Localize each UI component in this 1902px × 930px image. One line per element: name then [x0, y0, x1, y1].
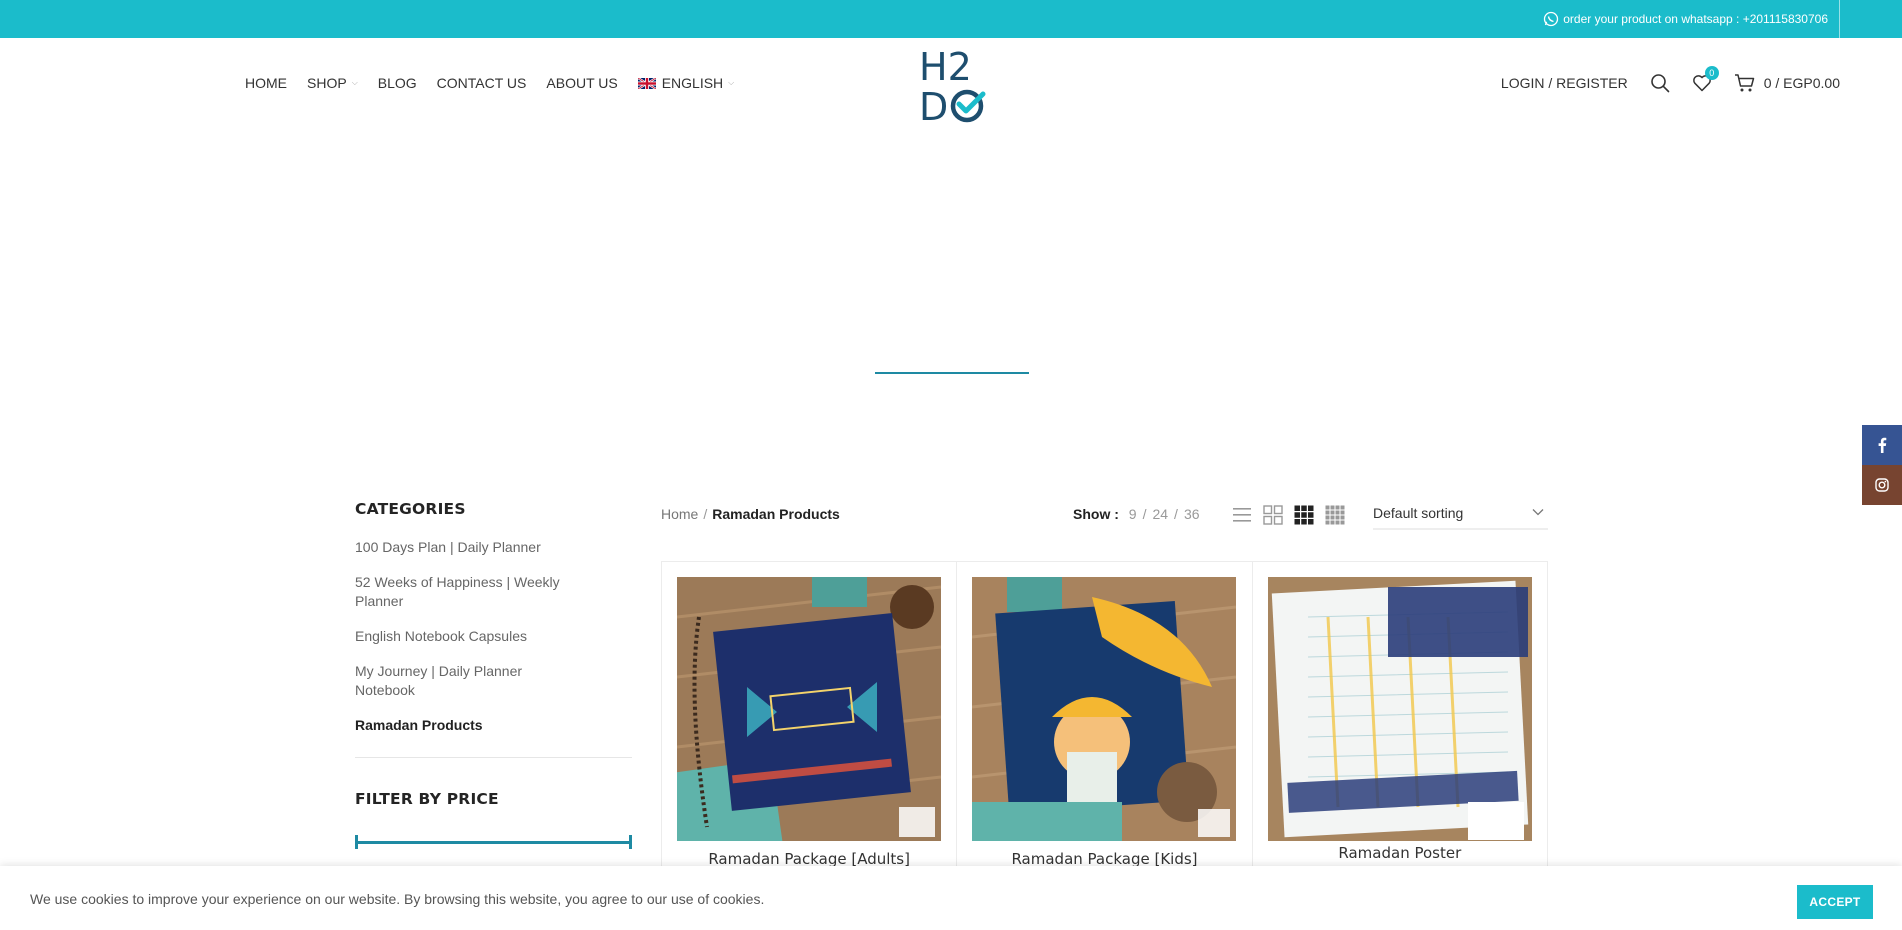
grid-2-view-button[interactable]: [1262, 504, 1284, 526]
nav-about-label: ABOUT US: [546, 75, 618, 91]
whatsapp-link[interactable]: order your product on whatsapp : +201115…: [1543, 0, 1828, 38]
ramadan-adults-product-photo: [677, 577, 941, 841]
cookie-message: We use cookies to improve your experienc…: [30, 891, 765, 907]
list-view-button[interactable]: [1231, 504, 1253, 526]
facebook-icon: [1878, 437, 1887, 453]
category-item[interactable]: English Notebook Capsules: [355, 627, 565, 646]
sidebar-divider: [355, 757, 632, 758]
product-card[interactable]: Ramadan Poster: [1253, 562, 1547, 871]
product-card[interactable]: Ramadan Package [Kids]: [957, 562, 1253, 871]
price-range-bar: [355, 841, 632, 844]
category-item-active[interactable]: Ramadan Products: [355, 716, 565, 735]
per-page-selector: Show : 9 / 24 / 36: [1073, 506, 1200, 522]
site-header: HOME SHOP ⌵ BLOG CONTACT US ABOUT US ENGL…: [0, 38, 1902, 129]
sorting-select[interactable]: Default sorting: [1373, 500, 1548, 530]
grid-4-icon: [1325, 505, 1345, 525]
page-title-underline: [875, 372, 1029, 374]
sorting-value: Default sorting: [1373, 505, 1464, 521]
grid-4-view-button[interactable]: [1324, 504, 1346, 526]
chevron-down-icon: ⌵: [728, 78, 735, 87]
category-item[interactable]: My Journey | Daily Planner Notebook: [355, 662, 565, 700]
nav-home[interactable]: HOME: [245, 75, 287, 91]
filter-price-title: FILTER BY PRICE: [355, 790, 499, 808]
nav-shop-label: SHOP: [307, 75, 347, 91]
product-card[interactable]: Ramadan Package [Adults]: [662, 562, 958, 871]
per-page-separator: /: [1142, 506, 1147, 522]
price-min-handle[interactable]: [355, 835, 358, 849]
search-icon: [1650, 74, 1670, 93]
nav-language[interactable]: ENGLISH ⌵: [637, 75, 735, 91]
per-page-option-24[interactable]: 24: [1152, 506, 1168, 522]
grid-3-view-button[interactable]: [1293, 504, 1315, 526]
accept-cookies-button[interactable]: ACCEPT: [1797, 885, 1873, 919]
breadcrumb-home[interactable]: Home: [661, 506, 698, 522]
logo-text-top: H2: [919, 45, 972, 89]
whatsapp-icon: [1544, 11, 1559, 27]
nav-blog[interactable]: BLOG: [378, 75, 417, 91]
shop-sidebar: CATEGORIES 100 Days Plan | Daily Planner…: [355, 500, 632, 849]
per-page-option-9[interactable]: 9: [1129, 506, 1137, 522]
shop-toolbar: Home / Ramadan Products Show : 9/24/36 D…: [661, 500, 1548, 530]
wishlist-count-badge: 0: [1704, 66, 1719, 80]
wishlist-button[interactable]: 0: [1692, 66, 1719, 93]
category-item[interactable]: 100 Days Plan | Daily Planner: [355, 538, 565, 557]
category-list: 100 Days Plan | Daily Planner 52 Weeks o…: [355, 538, 632, 735]
price-max-handle[interactable]: [629, 835, 632, 849]
main-nav: HOME SHOP ⌵ BLOG CONTACT US ABOUT US ENGL…: [245, 38, 734, 128]
nav-about-us[interactable]: ABOUT US: [546, 75, 617, 91]
per-page-option-36[interactable]: 36: [1184, 506, 1200, 522]
nav-language-label: ENGLISH: [661, 75, 724, 91]
nav-contact-us[interactable]: CONTACT US: [437, 75, 527, 91]
uk-flag-icon: [637, 77, 656, 89]
instagram-button[interactable]: [1862, 465, 1902, 505]
h2do-logo-icon: H2 D: [919, 45, 986, 129]
show-label: Show :: [1073, 506, 1119, 522]
chevron-down-icon: [1532, 509, 1544, 516]
price-range-slider[interactable]: [355, 835, 632, 849]
product-grid: Ramadan Package [Adults] Ramadan Package…: [661, 561, 1548, 871]
nav-blog-label: BLOG: [377, 75, 417, 91]
search-button[interactable]: [1650, 73, 1670, 93]
grid-3-icon: [1294, 505, 1314, 525]
grid-view-switcher: [1231, 504, 1346, 526]
topbar-divider: [1839, 0, 1840, 38]
per-page-separator: /: [1174, 506, 1178, 522]
nav-shop[interactable]: SHOP ⌵: [307, 75, 358, 91]
header-actions: LOGIN / REGISTER 0 0 / EGP0.00: [1501, 38, 1840, 128]
cookie-notice: We use cookies to improve your experienc…: [0, 866, 1902, 930]
ramadan-kids-product-photo: [972, 577, 1237, 841]
social-sticky-buttons: [1862, 425, 1902, 505]
whatsapp-text: order your product on whatsapp : +201115…: [1563, 12, 1828, 26]
grid-2-icon: [1263, 505, 1283, 525]
list-view-icon: [1233, 508, 1251, 522]
login-register-link[interactable]: LOGIN / REGISTER: [1501, 75, 1628, 91]
categories-title: CATEGORIES: [355, 500, 466, 518]
instagram-icon: [1875, 478, 1889, 492]
product-name[interactable]: Ramadan Poster: [1253, 844, 1547, 862]
cart-total: 0 / EGP0.00: [1763, 75, 1840, 91]
category-item[interactable]: 52 Weeks of Happiness | Weekly Planner: [355, 573, 565, 611]
breadcrumb-current: Ramadan Products: [712, 506, 840, 522]
cart-button[interactable]: 0 / EGP0.00: [1734, 73, 1840, 93]
top-bar: order your product on whatsapp : +201115…: [0, 0, 1902, 38]
cart-icon: [1734, 74, 1754, 92]
site-logo[interactable]: H2 D: [917, 44, 987, 129]
facebook-button[interactable]: [1862, 425, 1902, 465]
breadcrumb-separator: /: [703, 506, 708, 522]
nav-home-label: HOME: [245, 75, 287, 91]
breadcrumb: Home / Ramadan Products: [661, 506, 840, 522]
product-image[interactable]: [972, 577, 1237, 841]
product-image[interactable]: [1267, 577, 1532, 841]
product-image[interactable]: [677, 577, 941, 841]
ramadan-poster-product-photo: [1267, 577, 1532, 841]
nav-contact-label: CONTACT US: [436, 75, 527, 91]
logo-text-bottom: D: [919, 85, 948, 124]
chevron-down-icon: ⌵: [351, 78, 358, 87]
